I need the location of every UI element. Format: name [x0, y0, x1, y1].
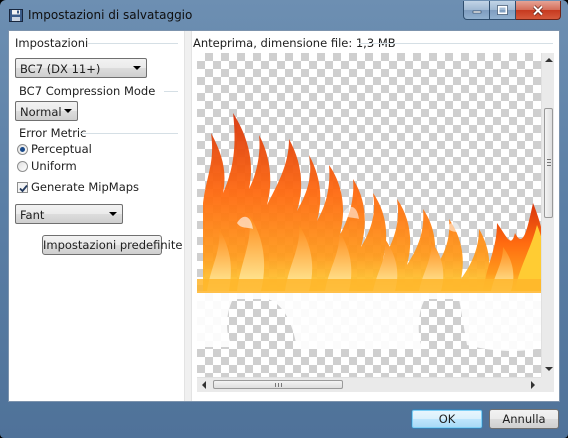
- chevron-down-icon: [64, 109, 72, 113]
- perceptual-label[interactable]: Perceptual: [31, 142, 92, 156]
- error-metric-separator: [81, 133, 178, 134]
- settings-label: Impostazioni: [15, 36, 89, 50]
- compression-mode-label: BC7 Compression Mode: [19, 84, 156, 98]
- window-title: Impostazioni di salvataggio: [28, 8, 193, 22]
- uniform-label[interactable]: Uniform: [31, 159, 77, 173]
- minimize-icon: [472, 10, 481, 14]
- chevron-down-icon: [133, 66, 141, 70]
- filter-combo[interactable]: Fant: [15, 204, 123, 224]
- title-bar[interactable]: Impostazioni di salvataggio: [0, 0, 568, 30]
- scroll-left-icon[interactable]: [202, 381, 206, 389]
- close-button[interactable]: [516, 1, 561, 20]
- panel-splitter[interactable]: [184, 31, 192, 401]
- preview-horizontal-scrollbar[interactable]: [197, 377, 541, 392]
- vertical-scroll-thumb[interactable]: [544, 108, 553, 218]
- caption-buttons: [463, 1, 561, 20]
- mipmaps-label[interactable]: Generate MipMaps: [31, 180, 139, 194]
- filter-combo-value: Fant: [20, 208, 45, 222]
- maximize-button[interactable]: [490, 1, 516, 20]
- grip-icon: [547, 162, 551, 163]
- cancel-button[interactable]: Annulla: [489, 409, 559, 429]
- fire-image: [197, 113, 554, 351]
- defaults-button[interactable]: Impostazioni predefinite: [42, 235, 182, 255]
- uniform-radio[interactable]: [17, 161, 28, 172]
- preview-vertical-scrollbar[interactable]: [541, 53, 554, 377]
- grip-icon: [278, 383, 279, 387]
- perceptual-radio[interactable]: [17, 144, 28, 155]
- error-metric-label: Error Metric: [19, 126, 87, 140]
- format-combo[interactable]: BC7 (DX 11+): [15, 58, 147, 78]
- preview-image[interactable]: [197, 53, 554, 392]
- dialog-client: Impostazioni BC7 (DX 11+) BC7 Compressio…: [8, 30, 560, 402]
- dialog-window: Impostazioni di salvataggio Impostazioni…: [0, 0, 568, 438]
- ok-button[interactable]: OK: [411, 409, 483, 429]
- maximize-icon: [497, 5, 508, 15]
- grip-icon: [547, 159, 551, 160]
- checkmark-icon: [19, 184, 28, 193]
- grip-icon: [275, 383, 276, 387]
- preview-separator: [359, 43, 553, 44]
- grip-icon: [547, 165, 551, 166]
- grip-icon: [281, 383, 282, 387]
- format-combo-value: BC7 (DX 11+): [20, 62, 101, 76]
- scroll-up-icon[interactable]: [545, 58, 553, 62]
- app-icon: [9, 9, 23, 22]
- close-icon: [532, 4, 544, 16]
- mipmaps-checkbox[interactable]: [17, 182, 28, 193]
- compression-mode-combo[interactable]: Normal: [15, 101, 78, 121]
- scroll-right-icon[interactable]: [531, 381, 535, 389]
- minimize-button[interactable]: [463, 1, 490, 20]
- chevron-down-icon: [109, 212, 117, 216]
- scroll-corner: [541, 377, 554, 392]
- settings-separator: [88, 43, 178, 44]
- compression-separator: [164, 91, 178, 92]
- horizontal-scroll-thumb[interactable]: [213, 380, 343, 389]
- scroll-down-icon[interactable]: [545, 367, 553, 371]
- compression-mode-value: Normal: [20, 105, 62, 119]
